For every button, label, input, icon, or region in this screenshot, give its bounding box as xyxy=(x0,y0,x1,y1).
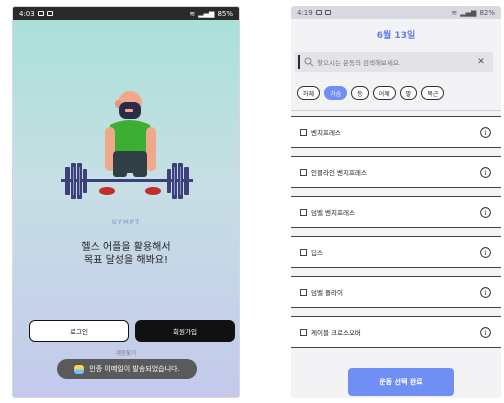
info-icon[interactable]: i xyxy=(480,126,491,138)
exercise-name: 덤벨 플라이 xyxy=(311,289,343,297)
plate-line xyxy=(180,167,181,195)
mascot-shoe xyxy=(145,187,161,195)
wifi-icon: ≋ xyxy=(189,9,196,18)
chip-shoulder[interactable]: 어깨 xyxy=(372,86,396,100)
status-time: 4:03 xyxy=(19,9,35,18)
exercise-select-screen: 4:19 ≋ ▂▄▆ 82% 6월 13일 찾으시는 운동의 검색해보세요. ✕… xyxy=(291,6,501,398)
info-icon[interactable]: i xyxy=(480,166,491,178)
search-accent-bar xyxy=(298,55,300,69)
close-icon[interactable]: ✕ xyxy=(475,56,487,68)
divider xyxy=(291,110,501,111)
plate xyxy=(167,169,171,193)
exercise-name: 딥스 xyxy=(311,249,323,257)
plate xyxy=(83,169,87,193)
list-item[interactable]: 인클라인 벤치프레스 i xyxy=(291,156,501,188)
checkbox[interactable] xyxy=(300,168,307,176)
svg-text:i: i xyxy=(484,128,486,136)
category-chips: 하체 가슴 등 어깨 팔 복근 xyxy=(297,86,445,100)
weightlifter-mascot-illustration xyxy=(61,91,193,199)
status-bar: 4:03 ≋ ▂▄▆ 85% xyxy=(13,7,239,20)
status-battery: 82% xyxy=(479,8,495,17)
svg-text:i: i xyxy=(484,168,486,176)
checkbox[interactable] xyxy=(300,248,307,256)
checkbox[interactable] xyxy=(300,288,307,296)
login-button[interactable]: 로그인 xyxy=(29,320,129,342)
list-item[interactable]: 딥스 i xyxy=(291,236,501,268)
chip-arm[interactable]: 팔 xyxy=(399,86,418,100)
exercise-name: 인클라인 벤치프레스 xyxy=(311,169,367,177)
list-item[interactable]: 벤치프레스 i xyxy=(291,116,501,148)
list-item[interactable]: 케이블 크로스오버 i xyxy=(291,316,501,348)
chip-abs[interactable]: 복근 xyxy=(421,86,445,100)
plate-line xyxy=(174,167,175,195)
app-icon xyxy=(74,364,85,374)
svg-text:i: i xyxy=(484,248,486,256)
checkbox[interactable] xyxy=(300,208,307,216)
login-screen: 4:03 ≋ ▂▄▆ 85% GYMPT 헬스 어플을 활용해서 목표 달성을 … xyxy=(12,6,240,398)
mascot-pants xyxy=(133,165,147,177)
mascot-arm xyxy=(146,127,156,171)
mascot-mouth xyxy=(125,109,133,112)
toast-message: 인증 이메일이 발송되었습니다. xyxy=(57,359,197,379)
find-account-link[interactable]: 계정찾기 xyxy=(13,349,239,357)
info-icon[interactable]: i xyxy=(480,326,491,338)
svg-text:i: i xyxy=(484,208,486,216)
svg-text:i: i xyxy=(484,328,486,336)
confirm-exercise-button[interactable]: 운동 선택 완료 xyxy=(348,368,454,396)
notification-icon xyxy=(315,10,322,15)
signal-icon: ▂▄▆ xyxy=(198,9,215,18)
list-item[interactable]: 덤벨 벤치프레스 i xyxy=(291,196,501,228)
checkbox[interactable] xyxy=(300,128,307,136)
plate-line xyxy=(73,167,74,195)
date-title: 6월 13일 xyxy=(376,31,416,41)
info-icon[interactable]: i xyxy=(480,246,491,258)
plate xyxy=(184,167,189,195)
screenshot-stage: 4:03 ≋ ▂▄▆ 85% GYMPT 헬스 어플을 활용해서 목표 달성을 … xyxy=(0,0,504,403)
signup-button[interactable]: 회원가입 xyxy=(135,320,235,342)
notification-icon xyxy=(46,11,53,16)
chip-back[interactable]: 등 xyxy=(351,86,369,100)
search-placeholder: 찾으시는 운동의 검색해보세요. xyxy=(317,59,401,67)
exercise-list: 벤치프레스 i 인클라인 벤치프레스 i 덤벨 벤치프레스 i 딥스 i 덤벨 … xyxy=(291,116,501,356)
exercise-name: 덤벨 벤치프레스 xyxy=(311,209,355,217)
headline: 헬스 어플을 활용해서 목표 달성을 해봐요! xyxy=(13,241,239,267)
exercise-name: 케이블 크로스오버 xyxy=(311,329,361,337)
chip-lower-body[interactable]: 하체 xyxy=(297,86,321,100)
mascot-shoe xyxy=(99,187,115,195)
headline-line-1: 헬스 어플을 활용해서 xyxy=(81,242,171,253)
search-input[interactable]: 찾으시는 운동의 검색해보세요. ✕ xyxy=(295,52,493,72)
chip-chest[interactable]: 가슴 xyxy=(324,86,348,100)
notification-icon xyxy=(37,11,44,16)
exercise-name: 벤치프레스 xyxy=(311,129,341,137)
checkbox[interactable] xyxy=(300,328,307,336)
list-item[interactable]: 덤벨 플라이 i xyxy=(291,276,501,308)
wifi-icon: ≋ xyxy=(451,8,458,17)
mascot-pants xyxy=(113,165,127,177)
status-battery: 85% xyxy=(217,9,233,18)
plate xyxy=(65,167,70,195)
notification-icon xyxy=(324,10,331,15)
info-icon[interactable]: i xyxy=(480,206,491,218)
svg-text:i: i xyxy=(484,288,486,296)
headline-line-2: 목표 달성을 해봐요! xyxy=(84,255,168,266)
status-time: 4:19 xyxy=(297,8,313,17)
info-icon[interactable]: i xyxy=(480,286,491,298)
plate-line xyxy=(79,167,80,195)
brand-name: GYMPT xyxy=(111,219,141,226)
search-icon xyxy=(304,57,314,67)
signal-icon: ▂▄▆ xyxy=(460,8,477,17)
status-bar: 4:19 ≋ ▂▄▆ 82% xyxy=(291,6,501,19)
toast-text: 인증 이메일이 발송되었습니다. xyxy=(89,365,180,373)
